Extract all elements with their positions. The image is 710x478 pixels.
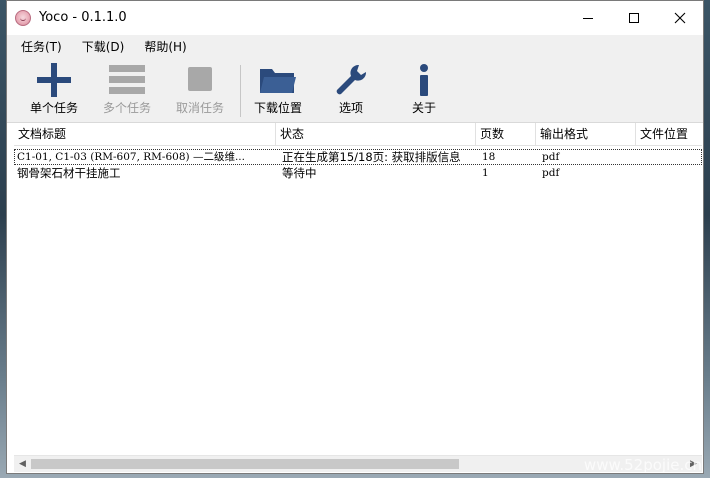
menu-help[interactable]: 帮助(H) bbox=[134, 35, 196, 59]
app-window: Yoco - 0.1.1.0 任务(T) 下载(D) 帮助(H) 单个任务 多个… bbox=[6, 0, 704, 474]
cancel-task-label: 取消任务 bbox=[175, 101, 224, 115]
cell-location bbox=[639, 149, 702, 165]
column-header-location[interactable]: 文件位置 bbox=[636, 123, 702, 145]
options-button[interactable]: 选项 bbox=[318, 59, 384, 121]
menu-bar: 任务(T) 下载(D) 帮助(H) bbox=[7, 35, 703, 59]
single-task-button[interactable]: 单个任务 bbox=[21, 59, 87, 121]
watermark: 吾爱破解论坛 www.52pojie.cn bbox=[584, 438, 702, 474]
cell-status: 等待中 bbox=[282, 166, 317, 180]
toolbar-separator bbox=[240, 65, 241, 117]
watermark-line2: www.52pojie.cn bbox=[583, 456, 702, 474]
info-icon bbox=[420, 64, 428, 96]
plus-icon bbox=[37, 63, 71, 97]
multi-task-button[interactable]: 多个任务 bbox=[94, 59, 160, 121]
wrench-icon bbox=[336, 64, 367, 95]
stop-icon bbox=[188, 67, 212, 91]
single-task-label: 单个任务 bbox=[29, 101, 78, 115]
column-header-pages[interactable]: 页数 bbox=[476, 123, 536, 145]
list-icon bbox=[109, 65, 145, 94]
table-row[interactable]: 钢骨架石材干挂施工 等待中 1 pdf bbox=[14, 165, 702, 181]
watermark-line1: 吾爱破解论坛 bbox=[611, 438, 702, 456]
scrollbar-thumb[interactable] bbox=[31, 459, 459, 469]
cell-format: pdf bbox=[542, 151, 560, 163]
close-icon bbox=[674, 12, 686, 24]
minimize-icon bbox=[583, 17, 593, 19]
menu-task[interactable]: 任务(T) bbox=[7, 35, 72, 59]
cancel-task-button[interactable]: 取消任务 bbox=[167, 59, 233, 121]
multi-task-label: 多个任务 bbox=[102, 101, 151, 115]
cell-title: 钢骨架石材干挂施工 bbox=[17, 166, 121, 180]
toolbar: 单个任务 多个任务 取消任务 下载位置 选项 关于 bbox=[7, 59, 703, 123]
column-header-status[interactable]: 状态 bbox=[276, 123, 476, 145]
menu-download[interactable]: 下载(D) bbox=[72, 35, 135, 59]
minimize-button[interactable] bbox=[565, 1, 611, 35]
column-header-format[interactable]: 输出格式 bbox=[536, 123, 636, 145]
cell-format: pdf bbox=[542, 167, 560, 179]
maximize-button[interactable] bbox=[611, 1, 657, 35]
title-bar: Yoco - 0.1.1.0 bbox=[7, 1, 703, 35]
cell-location bbox=[639, 165, 702, 181]
about-label: 关于 bbox=[411, 101, 436, 115]
app-logo-icon bbox=[15, 10, 31, 26]
table-row[interactable]: C1-01, C1-03 (RM-607, RM-608) —二级维... 正在… bbox=[14, 149, 702, 165]
window-title: Yoco - 0.1.1.0 bbox=[39, 10, 127, 25]
folder-icon bbox=[260, 69, 296, 93]
download-location-button[interactable]: 下载位置 bbox=[245, 59, 311, 121]
options-label: 选项 bbox=[338, 101, 363, 115]
cell-title: C1-01, C1-03 (RM-607, RM-608) —二级维... bbox=[17, 151, 245, 163]
close-button[interactable] bbox=[657, 1, 703, 35]
cell-status: 正在生成第15/18页: 获取排版信息 bbox=[282, 150, 461, 164]
task-table: 文档标题 状态 页数 输出格式 文件位置 C1-01, C1-03 (RM-60… bbox=[14, 123, 702, 453]
cell-pages: 18 bbox=[482, 151, 496, 163]
table-header: 文档标题 状态 页数 输出格式 文件位置 bbox=[14, 123, 702, 146]
scroll-left-button[interactable]: ◀ bbox=[14, 456, 31, 472]
cell-pages: 1 bbox=[482, 167, 489, 179]
column-header-title[interactable]: 文档标题 bbox=[14, 123, 276, 145]
arrow-left-icon: ◀ bbox=[19, 459, 26, 469]
about-button[interactable]: 关于 bbox=[391, 59, 457, 121]
maximize-icon bbox=[629, 13, 639, 23]
download-location-label: 下载位置 bbox=[253, 101, 302, 115]
